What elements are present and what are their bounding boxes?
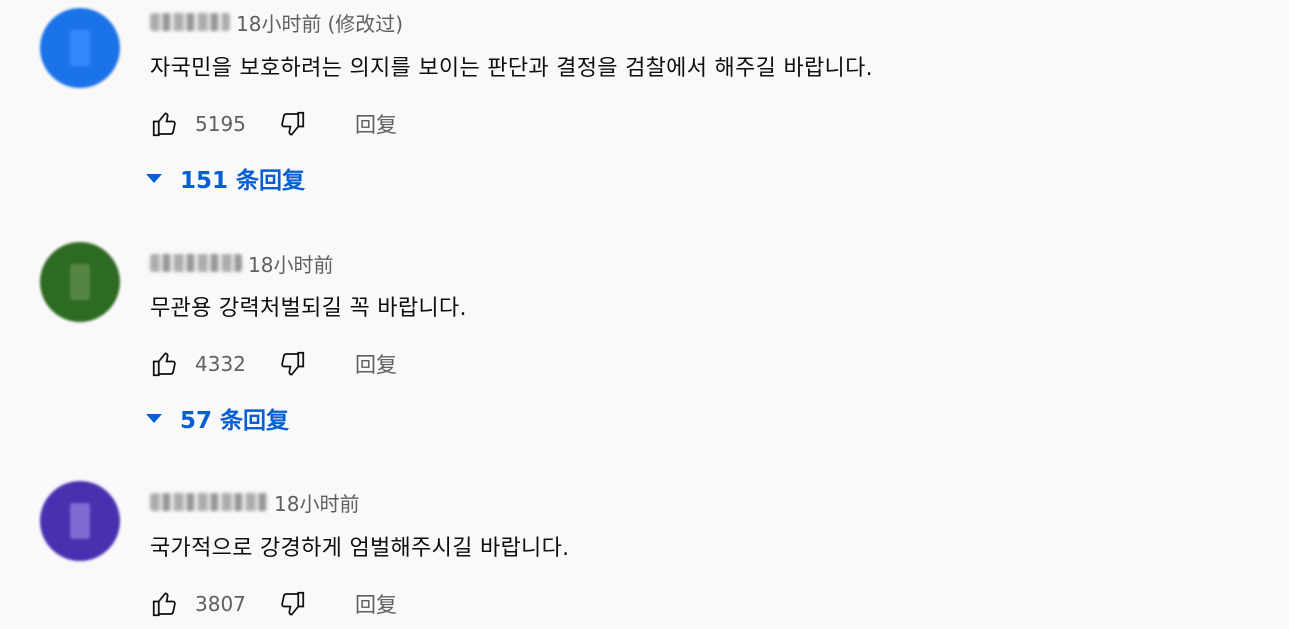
reply-button[interactable]: 回复 [355,109,397,139]
thumb-up-icon[interactable] [150,109,180,139]
author-name-redacted[interactable] [150,13,230,31]
edited-label: (修改过) [327,11,404,36]
like-count: 5195 [195,112,246,136]
thumb-down-icon[interactable] [277,109,307,139]
comment-header: 18小时前 [150,249,333,277]
avatar[interactable] [40,8,120,88]
view-replies-button[interactable]: 57 条回复 [146,400,289,436]
thumb-down-icon[interactable] [277,589,307,619]
thumb-up-icon[interactable] [150,589,180,619]
comment-timestamp[interactable]: 18小时前 [274,488,359,517]
comment-timestamp[interactable]: 18小时前 [248,249,333,278]
view-replies-button[interactable]: 151 条回复 [146,160,305,196]
thumb-down-icon[interactable] [277,349,307,379]
reply-button[interactable]: 回复 [355,589,397,619]
comment-actions: 5195 回复 [150,108,397,140]
avatar[interactable] [40,242,120,322]
like-count: 4332 [195,352,246,376]
reply-button[interactable]: 回复 [355,349,397,379]
replies-count-label: 57 条回复 [180,408,290,434]
comment-text: 무관용 강력처벌되길 꼭 바랍니다. [150,296,467,321]
comment-actions: 3807 回复 [150,588,397,620]
replies-count-label: 151 条回复 [180,168,306,194]
caret-down-icon [146,173,162,183]
comment-text: 국가적으로 강경하게 엄벌해주시길 바랍니다. [150,536,570,561]
comment-timestamp[interactable]: 18小时前 [236,8,321,37]
avatar[interactable] [40,481,120,561]
comment-actions: 4332 回复 [150,348,397,380]
thumb-up-icon[interactable] [150,349,180,379]
caret-down-icon [146,413,162,423]
comment-header: 18小时前 (修改过) [150,8,403,36]
comment-text: 자국민을 보호하려는 의지를 보이는 판단과 결정을 검찰에서 해주길 바랍니다… [150,56,873,81]
author-name-redacted[interactable] [150,254,242,272]
comment-header: 18小时前 [150,488,359,516]
like-count: 3807 [195,592,246,616]
author-name-redacted[interactable] [150,493,268,511]
